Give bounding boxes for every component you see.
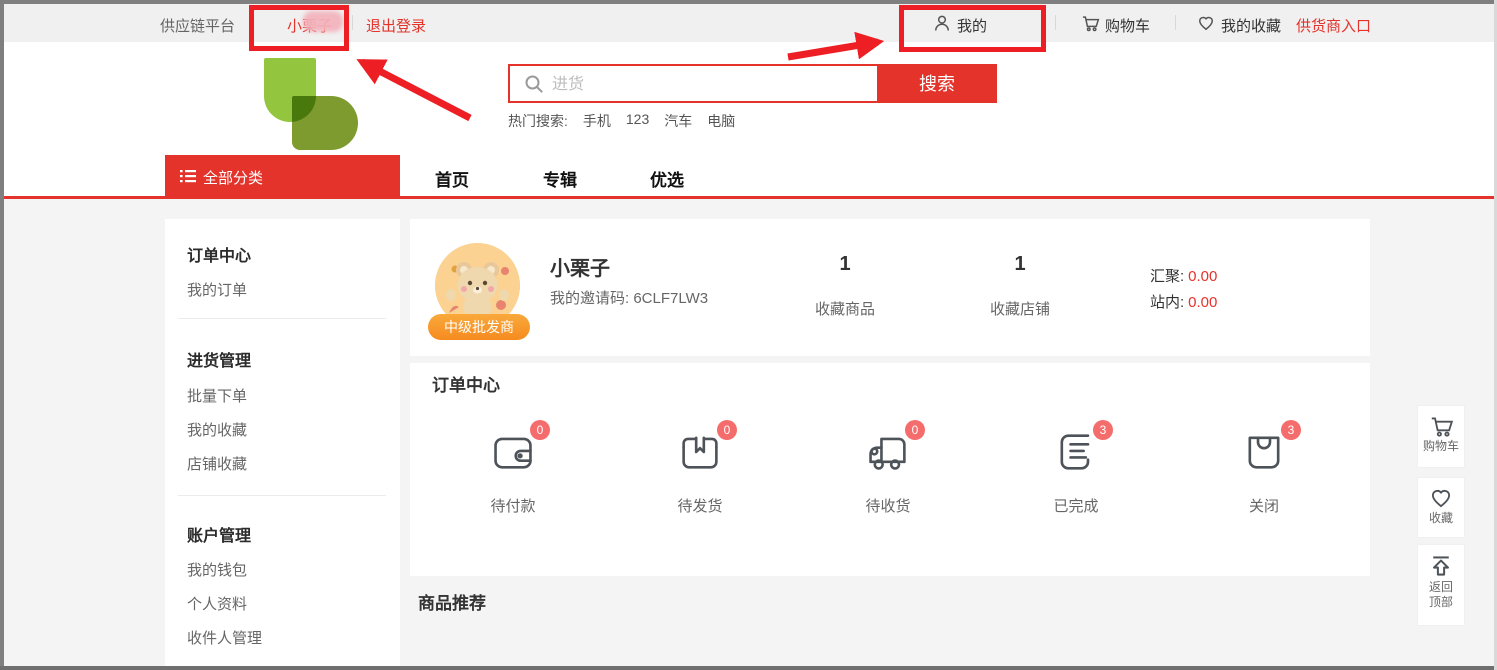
sidebar-item-my-favorites[interactable]: 我的收藏 bbox=[187, 419, 247, 440]
search-box: 搜索 bbox=[508, 64, 997, 103]
site-logo[interactable] bbox=[262, 58, 372, 150]
order-status-label: 待发货 bbox=[610, 495, 790, 516]
search-input[interactable] bbox=[550, 68, 874, 101]
window-frame bbox=[0, 0, 4, 670]
wallet-icon bbox=[489, 428, 537, 476]
divider bbox=[352, 15, 353, 30]
sidebar-section-account-mgmt: 账户管理 bbox=[187, 522, 251, 546]
bag-icon bbox=[1240, 428, 1288, 476]
balance-row: 站内:0.00 bbox=[1150, 290, 1217, 316]
window-frame bbox=[0, 0, 1497, 4]
nav-albums[interactable]: 专辑 bbox=[543, 166, 577, 191]
heart-icon bbox=[1196, 13, 1216, 33]
balance-label: 站内: bbox=[1150, 294, 1184, 311]
order-status-label: 已完成 bbox=[986, 495, 1166, 516]
float-cart-button[interactable]: 购物车 bbox=[1417, 405, 1465, 468]
stat-value: 1 bbox=[960, 253, 1080, 276]
order-status-label: 关闭 bbox=[1174, 495, 1354, 516]
hot-keyword[interactable]: 电脑 bbox=[707, 111, 735, 131]
sidebar-item-personal-info[interactable]: 个人资料 bbox=[187, 593, 247, 614]
balance-value: 0.00 bbox=[1188, 268, 1217, 285]
platform-title: 供应链平台 bbox=[160, 15, 235, 36]
back-to-top-label-line2: 顶部 bbox=[1418, 595, 1464, 610]
page: 供应链平台 小栗子 退出登录 我的 购物车 我的收藏 供货商入口 搜索 热门搜索… bbox=[0, 0, 1497, 670]
stat-favorite-products[interactable]: 1 收藏商品 bbox=[785, 253, 905, 319]
sidebar-item-my-orders[interactable]: 我的订单 bbox=[187, 279, 247, 300]
truck-icon bbox=[864, 428, 912, 476]
wholesaler-level-badge: 中级批发商 bbox=[428, 314, 530, 340]
divider bbox=[178, 495, 386, 496]
package-icon bbox=[676, 428, 724, 476]
heart-icon bbox=[1428, 485, 1454, 511]
stat-favorite-shops[interactable]: 1 收藏店铺 bbox=[960, 253, 1080, 319]
order-status-label: 待收货 bbox=[798, 495, 978, 516]
back-to-top-button[interactable]: 返回 顶部 bbox=[1417, 544, 1465, 626]
order-status-label: 待付款 bbox=[423, 495, 603, 516]
hot-keyword[interactable]: 手机 bbox=[583, 111, 611, 131]
count-badge: 0 bbox=[530, 420, 550, 440]
float-favorite-label: 收藏 bbox=[1418, 511, 1464, 526]
sidebar-section-purchase-mgmt: 进货管理 bbox=[187, 347, 251, 371]
order-status-closed[interactable]: 3 关闭 bbox=[1174, 428, 1354, 516]
hot-keyword[interactable]: 汽车 bbox=[664, 111, 692, 131]
list-menu-icon bbox=[179, 167, 197, 185]
topbar-favorites-link[interactable]: 我的收藏 bbox=[1221, 15, 1281, 36]
divider bbox=[1175, 15, 1176, 30]
all-categories-button[interactable]: 全部分类 bbox=[165, 155, 400, 196]
privacy-redaction-blur bbox=[303, 11, 343, 32]
invite-code: 我的邀请码: 6CLF7LW3 bbox=[550, 287, 708, 308]
hot-search: 热门搜索: 手机 123 汽车 电脑 bbox=[508, 111, 735, 131]
order-status-completed[interactable]: 3 已完成 bbox=[986, 428, 1166, 516]
search-icon bbox=[522, 72, 546, 96]
stat-label: 收藏商品 bbox=[785, 298, 905, 319]
logout-link[interactable]: 退出登录 bbox=[366, 15, 426, 36]
order-center-title: 订单中心 bbox=[432, 371, 500, 396]
hot-keyword[interactable]: 123 bbox=[626, 111, 649, 131]
balance-label: 汇聚: bbox=[1150, 268, 1184, 285]
order-status-pending-shipment[interactable]: 0 待发货 bbox=[610, 428, 790, 516]
all-categories-label: 全部分类 bbox=[203, 167, 263, 188]
supplier-entry-link[interactable]: 供货商入口 bbox=[1296, 15, 1371, 36]
nav-home[interactable]: 首页 bbox=[435, 166, 469, 191]
profile-name: 小栗子 bbox=[550, 252, 610, 281]
count-badge: 0 bbox=[717, 420, 737, 440]
balance-value: 0.00 bbox=[1188, 294, 1217, 311]
nav-picks[interactable]: 优选 bbox=[650, 166, 684, 191]
sidebar-item-recipient-mgmt[interactable]: 收件人管理 bbox=[187, 627, 262, 648]
window-frame bbox=[0, 666, 1497, 670]
balances: 汇聚:0.00 站内:0.00 bbox=[1150, 264, 1217, 316]
sidebar-item-batch-order[interactable]: 批量下单 bbox=[187, 385, 247, 406]
topbar-cart-link[interactable]: 购物车 bbox=[1105, 15, 1150, 36]
sidebar-item-shop-favorites[interactable]: 店铺收藏 bbox=[187, 453, 247, 474]
hot-search-label: 热门搜索: bbox=[508, 111, 568, 131]
balance-row: 汇聚:0.00 bbox=[1150, 264, 1217, 290]
divider bbox=[178, 318, 386, 319]
user-icon bbox=[932, 13, 952, 33]
stat-value: 1 bbox=[785, 253, 905, 276]
count-badge: 3 bbox=[1093, 420, 1113, 440]
stat-label: 收藏店铺 bbox=[960, 298, 1080, 319]
order-status-pending-payment[interactable]: 0 待付款 bbox=[423, 428, 603, 516]
product-recommend-title: 商品推荐 bbox=[418, 589, 486, 614]
search-button[interactable]: 搜索 bbox=[877, 64, 997, 103]
back-to-top-label-line1: 返回 bbox=[1418, 580, 1464, 595]
topbar-my-link[interactable]: 我的 bbox=[957, 15, 987, 36]
count-badge: 3 bbox=[1281, 420, 1301, 440]
arrow-up-to-top-icon bbox=[1427, 552, 1455, 580]
float-favorite-button[interactable]: 收藏 bbox=[1417, 477, 1465, 538]
count-badge: 0 bbox=[905, 420, 925, 440]
divider bbox=[1055, 15, 1056, 30]
cart-icon bbox=[1080, 13, 1100, 33]
sidebar-section-order-center: 订单中心 bbox=[187, 242, 251, 266]
sidebar-item-my-wallet[interactable]: 我的钱包 bbox=[187, 559, 247, 580]
cart-icon bbox=[1428, 413, 1454, 439]
order-status-pending-receipt[interactable]: 0 待收货 bbox=[798, 428, 978, 516]
document-icon bbox=[1052, 428, 1100, 476]
float-cart-label: 购物车 bbox=[1418, 439, 1464, 454]
